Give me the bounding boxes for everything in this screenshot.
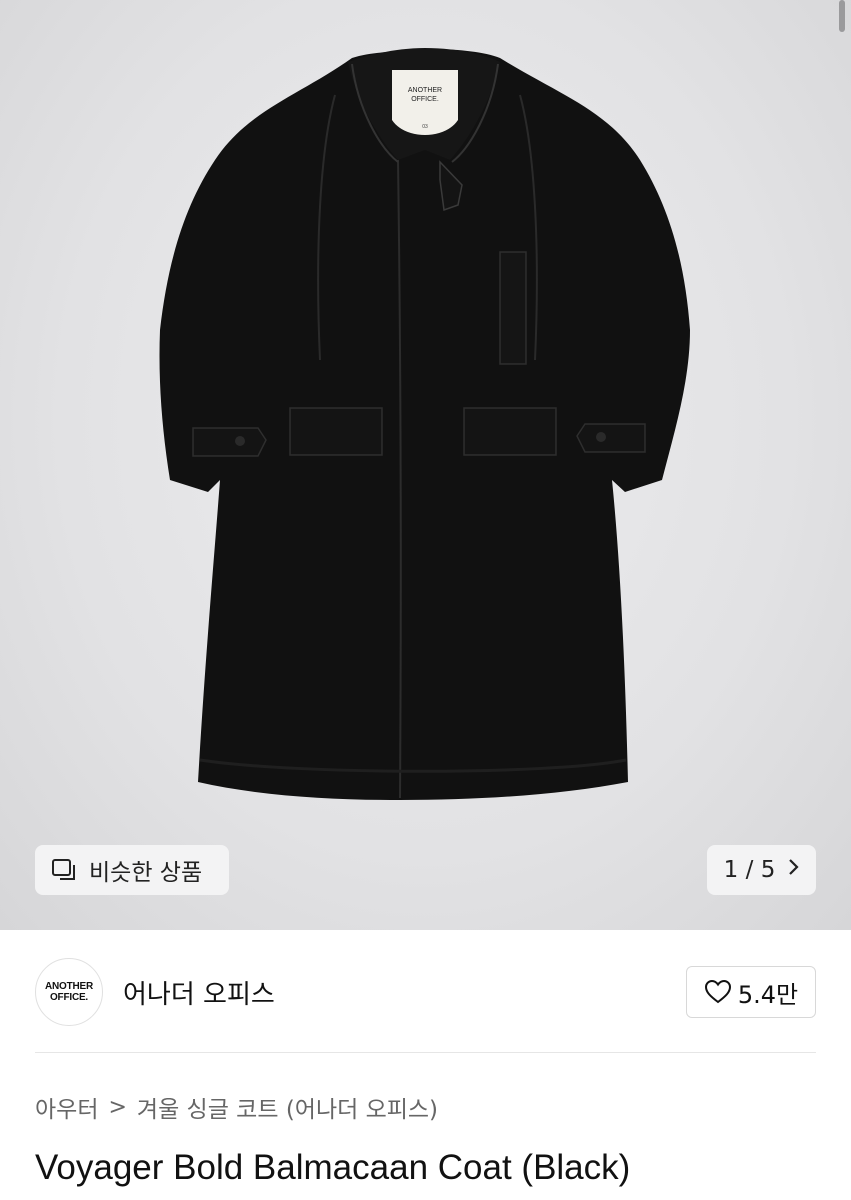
similar-products-button[interactable]: 비슷한 상품 (35, 845, 229, 895)
scroll-indicator (839, 0, 845, 32)
breadcrumb-subcategory[interactable]: 겨울 싱글 코트 (어나더 오피스) (137, 1090, 438, 1124)
breadcrumb-separator: > (108, 1094, 127, 1120)
similar-items-icon (51, 857, 79, 883)
svg-text:OFFICE.: OFFICE. (411, 96, 439, 103)
brand-logo-line1: ANOTHER (44, 981, 94, 992)
pager-current: 1 (723, 857, 739, 883)
breadcrumb: 아우터 > 겨울 싱글 코트 (어나더 오피스) (35, 1090, 438, 1124)
like-button[interactable]: 5.4만 (686, 966, 816, 1018)
brand-row: ANOTHER OFFICE. 어나더 오피스 5.4만 (35, 957, 816, 1027)
brand-name[interactable]: 어나더 오피스 (123, 974, 275, 1011)
pager-count: 1 / 5 (724, 857, 776, 883)
pager-total: 5 (760, 857, 776, 883)
similar-products-label: 비슷한 상품 (89, 860, 203, 886)
pager-separator: / (745, 857, 754, 883)
product-title: Voyager Bold Balmacaan Coat (Black) (35, 1148, 631, 1187)
like-count: 5.4만 (737, 980, 799, 1009)
svg-text:03: 03 (422, 124, 428, 130)
chevron-right-icon (787, 857, 799, 882)
product-image: ANOTHER OFFICE. 03 (159, 48, 690, 801)
image-pager[interactable]: 1 / 5 (707, 845, 816, 895)
product-image-carousel[interactable]: ANOTHER OFFICE. 03 비슷한 상품 1 / 5 (0, 0, 851, 930)
breadcrumb-category[interactable]: 아우터 (35, 1090, 98, 1124)
divider (35, 1052, 816, 1053)
brand-logo-line2: OFFICE. (49, 992, 89, 1003)
svg-text:ANOTHER: ANOTHER (408, 87, 442, 94)
brand-logo[interactable]: ANOTHER OFFICE. (35, 958, 103, 1026)
heart-outline-icon (704, 979, 732, 1005)
